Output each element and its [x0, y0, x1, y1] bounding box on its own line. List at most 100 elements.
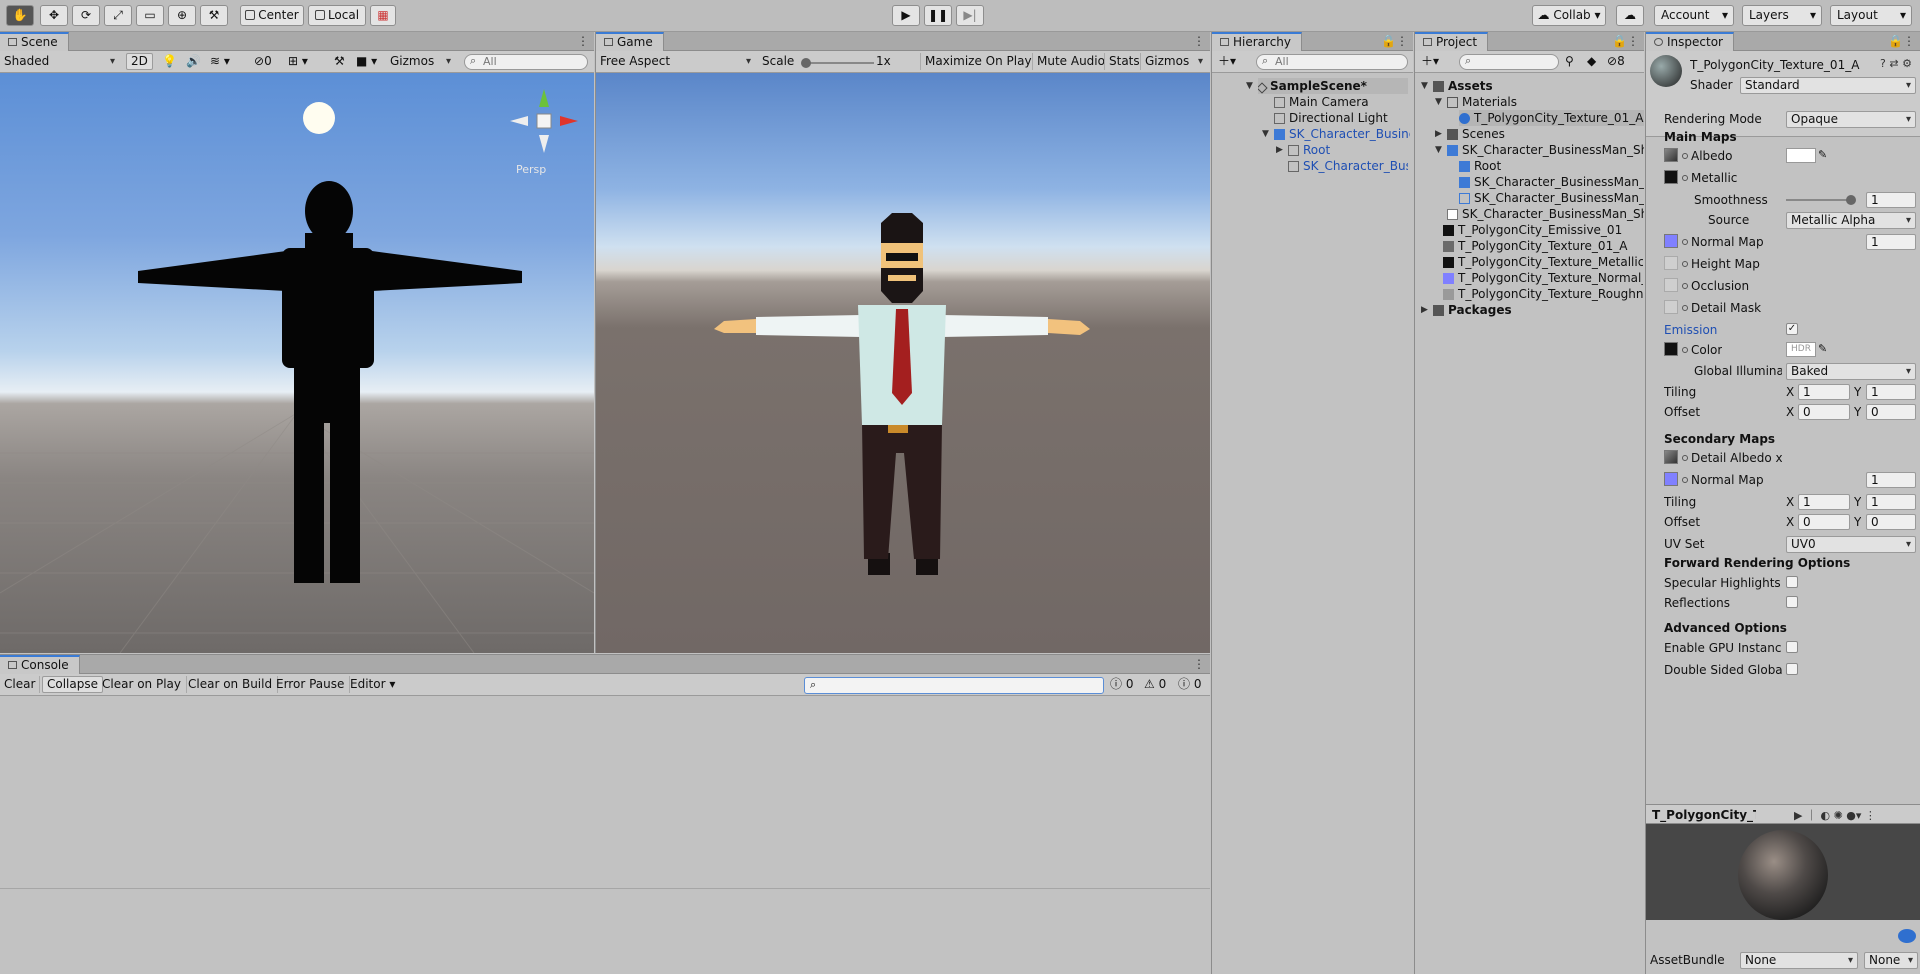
panel-menu-icon[interactable]: ⋮: [1865, 809, 1876, 822]
sec-tiling-x-input[interactable]: 1: [1798, 494, 1850, 510]
object-picker-icon[interactable]: [1682, 175, 1688, 181]
panel-menu-icon[interactable]: ⋮: [1193, 657, 1205, 671]
audio-icon[interactable]: 🔊: [186, 53, 201, 70]
move-tool-button[interactable]: ✥: [40, 5, 68, 26]
step-button[interactable]: ▶|: [956, 5, 984, 26]
scale-slider[interactable]: [801, 58, 874, 68]
height-map-slot[interactable]: [1664, 256, 1678, 270]
scene-viewport[interactable]: Persp: [0, 73, 594, 653]
eyedropper-icon[interactable]: ✎: [1818, 148, 1827, 161]
warning-count-toggle[interactable]: ⚠ 0: [1144, 676, 1166, 693]
hierarchy-item-root[interactable]: Root: [1288, 142, 1408, 158]
project-item-material-selected[interactable]: T_PolygonCity_Texture_01_A: [1459, 110, 1644, 126]
offset-y-input[interactable]: 0: [1866, 404, 1916, 420]
assetbundle-dropdown[interactable]: None: [1740, 952, 1858, 969]
object-picker-icon[interactable]: [1682, 347, 1688, 353]
object-picker-icon[interactable]: [1682, 153, 1688, 159]
panel-menu-icon[interactable]: ⋮: [577, 34, 589, 48]
collapse-arrow-icon[interactable]: ▶: [1421, 302, 1428, 318]
sphere-icon[interactable]: ◐: [1820, 809, 1830, 822]
console-search-input[interactable]: ⌕: [804, 677, 1104, 694]
collapse-toggle[interactable]: Collapse: [42, 676, 103, 693]
tab-console[interactable]: Console: [0, 655, 80, 674]
project-item-texture-01a[interactable]: T_PolygonCity_Texture_01_A: [1443, 238, 1643, 254]
light-icon[interactable]: ✺: [1834, 809, 1843, 822]
collab-dropdown[interactable]: ☁ Collab ▾: [1532, 5, 1606, 26]
filter-type-icon[interactable]: ⚲: [1565, 53, 1574, 70]
filter-label-icon[interactable]: ◆: [1587, 53, 1596, 70]
shading-dropdown[interactable]: Shaded: [4, 53, 118, 70]
project-item-root[interactable]: Root: [1459, 158, 1644, 174]
transform-tool-button[interactable]: ⊕: [168, 5, 196, 26]
collapse-arrow-icon[interactable]: ▶: [1276, 142, 1283, 158]
object-picker-icon[interactable]: [1682, 283, 1688, 289]
material-preview[interactable]: [1646, 824, 1920, 920]
project-item-mesh[interactable]: SK_Character_BusinessMan_Shirt: [1459, 190, 1644, 206]
clear-on-play-toggle[interactable]: Clear on Play: [102, 676, 187, 693]
tab-inspector[interactable]: Inspector: [1646, 32, 1734, 51]
asset-label-icon[interactable]: [1898, 929, 1916, 943]
hierarchy-item-character-mesh[interactable]: SK_Character_BusinessMan_Shirt: [1288, 158, 1408, 174]
camera-icon[interactable]: ■ ▾: [356, 53, 377, 70]
panel-menu-icon[interactable]: ⋮: [1903, 34, 1915, 48]
preview-controls[interactable]: ▶ ｜ ◐ ✺ ●▾ ⋮: [1794, 807, 1876, 823]
persp-label[interactable]: Persp: [516, 163, 546, 176]
detail-normal-slot[interactable]: [1664, 472, 1678, 486]
hierarchy-item-samplescene[interactable]: SampleScene*: [1258, 78, 1408, 94]
object-picker-icon[interactable]: [1682, 477, 1688, 483]
shader-dropdown[interactable]: Standard: [1740, 77, 1916, 94]
project-item-assets[interactable]: Assets: [1433, 78, 1643, 94]
emission-color-swatch[interactable]: HDR: [1786, 342, 1816, 357]
occlusion-slot[interactable]: [1664, 278, 1678, 292]
expand-arrow-icon[interactable]: ▼: [1262, 126, 1269, 142]
assetbundle-variant-dropdown[interactable]: None: [1864, 952, 1918, 969]
material-header-icons[interactable]: ? ⇄ ⚙: [1880, 57, 1912, 70]
hierarchy-item-main-camera[interactable]: Main Camera: [1274, 94, 1410, 110]
tab-hierarchy[interactable]: Hierarchy: [1212, 32, 1303, 51]
detail-mask-slot[interactable]: [1664, 300, 1678, 314]
effects-icon[interactable]: ≋ ▾: [210, 53, 230, 70]
emission-checkbox[interactable]: ✓: [1786, 323, 1798, 335]
tiling-y-input[interactable]: 1: [1866, 384, 1916, 400]
error-pause-toggle[interactable]: Error Pause: [276, 676, 351, 693]
lighting-icon[interactable]: 💡: [162, 53, 177, 70]
hidden-packages-toggle[interactable]: ⊘8: [1607, 53, 1625, 70]
help-icon[interactable]: ?: [1880, 57, 1886, 70]
project-item-mesh-renderer[interactable]: SK_Character_BusinessMan_Shirt: [1459, 174, 1644, 190]
reflections-checkbox[interactable]: [1786, 596, 1798, 608]
lock-icon[interactable]: 🔒: [1888, 34, 1903, 48]
project-item-packages[interactable]: Packages: [1433, 302, 1643, 318]
normal-map-slot[interactable]: [1664, 234, 1678, 248]
gizmos-dropdown[interactable]: Gizmos: [390, 53, 454, 70]
log-count-toggle[interactable]: ⓘ 0: [1110, 676, 1133, 693]
detail-albedo-slot[interactable]: [1664, 450, 1678, 464]
tools-settings-icon[interactable]: ⚒: [334, 53, 345, 70]
collapse-arrow-icon[interactable]: ▶: [1435, 126, 1442, 142]
stats-toggle[interactable]: Stats: [1104, 53, 1140, 70]
panel-menu-icon[interactable]: ⋮: [1396, 34, 1408, 48]
gear-icon[interactable]: ⚙: [1902, 57, 1912, 70]
2d-toggle[interactable]: 2D: [126, 53, 153, 70]
lock-icon[interactable]: 🔒: [1381, 34, 1396, 48]
smoothness-slider[interactable]: [1786, 195, 1856, 205]
preset-icon[interactable]: ⇄: [1889, 57, 1898, 70]
smoothness-input[interactable]: 1: [1866, 192, 1916, 208]
tab-project[interactable]: Project: [1415, 32, 1489, 51]
layout-dropdown[interactable]: Layout ▾: [1830, 5, 1912, 26]
source-dropdown[interactable]: Metallic Alpha: [1786, 212, 1916, 229]
detail-normal-scale-input[interactable]: 1: [1866, 472, 1916, 488]
emission-map-slot[interactable]: [1664, 342, 1678, 356]
object-picker-icon[interactable]: [1682, 305, 1688, 311]
rotate-tool-button[interactable]: ⟳: [72, 5, 100, 26]
custom-tool-button[interactable]: ⚒: [200, 5, 228, 26]
panel-menu-icon[interactable]: ⋮: [1193, 34, 1205, 48]
lock-icon[interactable]: 🔒: [1612, 34, 1627, 48]
maximize-on-play-toggle[interactable]: Maximize On Play: [920, 53, 1032, 70]
create-button[interactable]: ＋▾: [1218, 53, 1236, 70]
hierarchy-item-character[interactable]: SK_Character_BusinessMan_Shirt: [1274, 126, 1410, 142]
cloud-button[interactable]: ☁: [1616, 5, 1644, 26]
preview-shape-icon[interactable]: ●▾: [1846, 809, 1861, 822]
offset-x-input[interactable]: 0: [1798, 404, 1850, 420]
play-icon[interactable]: ▶: [1794, 809, 1802, 822]
play-button[interactable]: ▶: [892, 5, 920, 26]
